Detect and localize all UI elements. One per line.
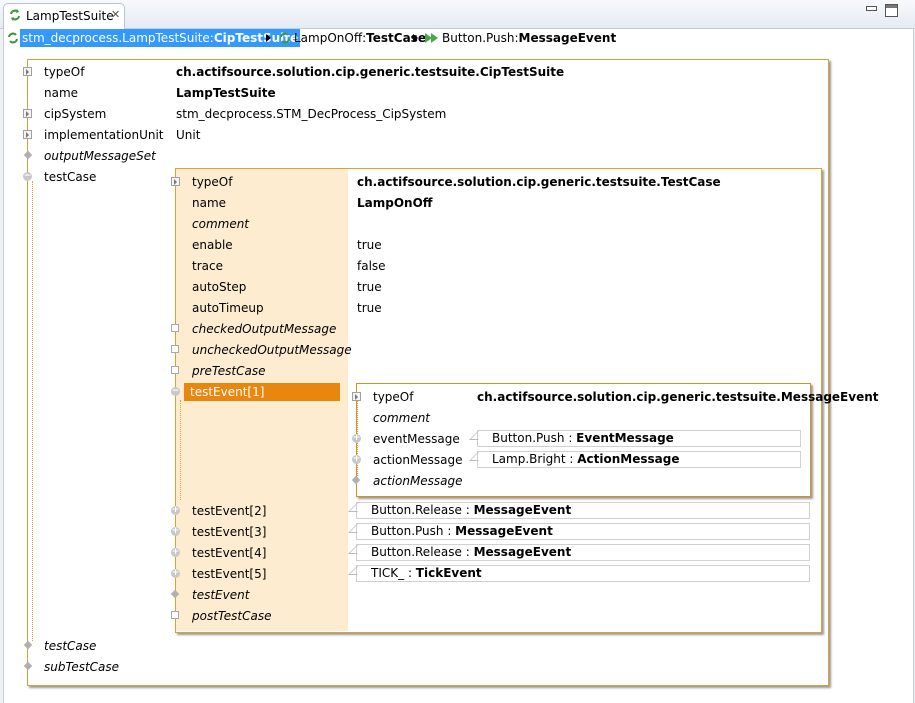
prop-key: typeOf (192, 175, 233, 189)
prop-key: typeOf (373, 390, 414, 404)
breadcrumb: stm_decprocess.LampTestSuite:CipTestSuit… (4, 29, 911, 49)
prop-value[interactable]: LampTestSuite (176, 84, 276, 102)
tab-lamptestsuite[interactable]: LampTestSuite ✕ (3, 3, 125, 29)
prop-value[interactable]: true (357, 299, 382, 317)
prop-key: enable (192, 238, 233, 252)
expand-plus-icon[interactable]: + (171, 569, 180, 578)
expand-plus-icon[interactable]: + (352, 455, 361, 464)
prop-key: implementationUnit (44, 128, 164, 142)
breadcrumb-item-suite[interactable]: stm_decprocess.LampTestSuite:CipTestSuit… (20, 29, 301, 47)
refresh-icon (8, 32, 18, 44)
prop-key: actionMessage (373, 453, 463, 467)
square-icon[interactable] (171, 366, 179, 374)
message-ref[interactable]: Button.Push : EventMessage (477, 430, 801, 447)
chevron-right-icon[interactable] (266, 34, 271, 42)
expand-plus-icon[interactable]: + (171, 506, 180, 515)
expand-icon[interactable] (23, 130, 32, 139)
chevron-right-icon[interactable] (413, 34, 418, 42)
expand-plus-icon[interactable]: + (171, 548, 180, 557)
refresh-icon (280, 32, 290, 44)
event-ref[interactable]: Button.Release : MessageEvent (356, 502, 810, 519)
close-icon[interactable]: ✕ (111, 8, 120, 21)
prop-key: testEvent[5] (192, 567, 267, 581)
collapse-icon[interactable]: − (171, 387, 180, 396)
prop-value[interactable]: LampOnOff (357, 194, 433, 212)
expand-icon[interactable] (23, 109, 32, 118)
event-ref[interactable]: Button.Push : MessageEvent (356, 523, 810, 540)
prop-key: trace (192, 259, 223, 273)
prop-key: preTestCase (192, 364, 266, 378)
prop-key: testCase (44, 170, 97, 184)
breadcrumb-item-messageevent[interactable]: Button.Push:MessageEvent (442, 29, 616, 47)
prop-key: actionMessage (373, 474, 463, 488)
prop-key: comment (373, 411, 431, 425)
prop-key: outputMessageSet (44, 149, 156, 163)
message-ref[interactable]: Lamp.Bright : ActionMessage (477, 451, 801, 468)
square-icon[interactable] (171, 345, 179, 353)
refresh-icon (10, 9, 20, 21)
expand-plus-icon[interactable]: + (352, 434, 361, 443)
prop-key: name (44, 86, 79, 100)
prop-value[interactable]: stm_decprocess.STM_DecProcess_CipSystem (176, 105, 446, 123)
event-ref[interactable]: Button.Release : MessageEvent (356, 544, 810, 561)
expand-icon[interactable] (352, 392, 361, 401)
prop-value[interactable]: ch.actifsource.solution.cip.generic.test… (477, 388, 879, 406)
prop-key: postTestCase (192, 609, 272, 623)
prop-key: testCase (44, 639, 97, 653)
prop-key-selected[interactable]: testEvent[1] (184, 383, 340, 401)
event-ref[interactable]: TICK_ : TickEvent (356, 565, 810, 582)
editor-tab-bar (0, 0, 915, 29)
maximize-icon[interactable] (885, 4, 898, 17)
prop-key: testEvent (192, 588, 250, 602)
prop-key: name (192, 196, 227, 210)
square-icon[interactable] (171, 324, 179, 332)
prop-key: eventMessage (373, 432, 460, 446)
prop-key: testEvent[4] (192, 546, 267, 560)
prop-key: typeOf (44, 65, 85, 79)
prop-value[interactable]: true (357, 278, 382, 296)
prop-key: autoStep (192, 280, 247, 294)
expand-icon[interactable] (23, 67, 32, 76)
prop-value[interactable]: true (357, 236, 382, 254)
prop-key: testEvent[3] (192, 525, 267, 539)
breadcrumb-item-testcase[interactable]: LampOnOff:TestCase (294, 29, 426, 47)
prop-value[interactable]: ch.actifsource.solution.cip.generic.test… (176, 63, 564, 81)
prop-key: cipSystem (44, 107, 107, 121)
prop-value[interactable]: false (357, 257, 386, 275)
square-icon[interactable] (171, 611, 179, 619)
tree-guide-line (32, 181, 33, 641)
prop-key: autoTimeup (192, 301, 264, 315)
collapse-icon[interactable]: − (23, 172, 32, 181)
minimize-icon[interactable] (866, 6, 877, 11)
prop-key: subTestCase (44, 660, 120, 674)
tab-title: LampTestSuite (26, 9, 114, 23)
tree-guide-line (180, 400, 181, 500)
play-forward-icon (425, 33, 438, 43)
prop-key: comment (192, 217, 250, 231)
expand-icon[interactable] (171, 177, 180, 186)
prop-key: uncheckedOutputMessage (192, 343, 352, 357)
prop-value[interactable]: ch.actifsource.solution.cip.generic.test… (357, 173, 721, 191)
prop-value[interactable]: Unit (176, 126, 200, 144)
prop-key: testEvent[2] (192, 504, 267, 518)
prop-key: checkedOutputMessage (192, 322, 337, 336)
expand-plus-icon[interactable]: + (171, 527, 180, 536)
